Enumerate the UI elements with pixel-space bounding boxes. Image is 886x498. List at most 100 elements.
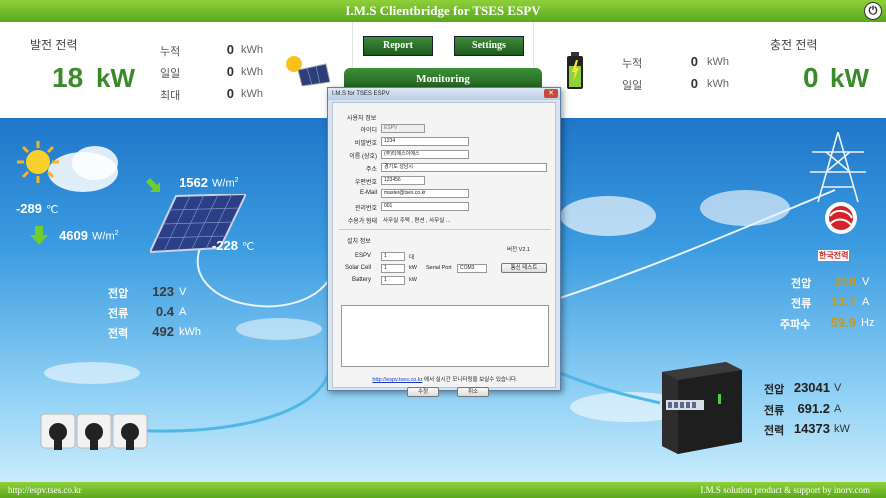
consumer-type-options[interactable]: 사무실 주택 , 편션 , 사무실 ...	[383, 216, 450, 224]
consumer-type-label: 수용가 형태	[347, 219, 377, 225]
solar-current: 0.4	[155, 304, 174, 319]
serial-port-select[interactable]: COM3	[457, 264, 487, 273]
name-field[interactable]: (주)티에스이에스	[381, 150, 469, 159]
battery-capacity-unit: kW	[409, 277, 417, 283]
power-outlet-icon	[40, 413, 148, 450]
air-temperature: -289	[15, 201, 42, 216]
field-label: 비밀번호	[354, 141, 377, 147]
password-field[interactable]: 1234	[381, 137, 469, 146]
solar-power-unit: kWh	[179, 326, 201, 338]
footer-bar: http://espv.tses.co.kr I.M.S solution pr…	[0, 482, 886, 498]
generation-value: 18	[52, 62, 84, 93]
grid-frequency-unit: Hz	[861, 317, 875, 329]
gen-row-label: 일일	[160, 68, 181, 80]
report-button[interactable]: Report	[363, 36, 433, 56]
footer-link[interactable]: http://espv.tses.co.kr	[8, 485, 82, 495]
ess-cabinet-image	[662, 362, 742, 454]
sun-icon	[17, 141, 59, 183]
charge-row-label: 누적	[622, 58, 643, 70]
cancel-button[interactable]: 취소	[457, 387, 489, 397]
dialog-title: I.M.S for TSES ESPV	[328, 88, 560, 100]
ess-current: 691.2	[797, 401, 830, 416]
generation-label: 발전 전력	[30, 38, 78, 52]
solar-voltage: 123	[152, 284, 174, 299]
arrow-down-right-icon	[146, 178, 160, 192]
charge-row-unit: kWh	[707, 56, 729, 68]
charge-label: 충전 전력	[770, 38, 818, 52]
solar-sun-icon	[286, 56, 330, 86]
ess-power-unit: kW	[834, 423, 850, 435]
horizontal-irradiance-unit: W/m2	[92, 230, 119, 243]
power-icon[interactable]: ⏻	[864, 2, 882, 20]
espv-count-unit: 대	[409, 255, 415, 261]
solar-power: 492	[152, 324, 174, 339]
settings-dialog: I.M.S for TSES ESPV ✕ 사용자 정보 아이디 ESPV 비밀…	[327, 87, 561, 397]
gen-row-value: 0	[226, 42, 234, 57]
comm-test-button[interactable]: 통신 테스트	[501, 263, 547, 273]
transmission-tower-image	[810, 132, 866, 234]
grid-frequency-label: 주파수	[780, 319, 811, 331]
grid-frequency: 59.9	[830, 315, 856, 330]
ess-voltage: 23041	[793, 380, 830, 395]
grid-voltage-unit: V	[862, 276, 870, 288]
solar-capacity-unit: kW	[409, 265, 417, 271]
address-field[interactable]: 경기도 성남시	[381, 163, 547, 172]
grid-current-label: 전류	[791, 298, 812, 310]
field-label: 아이디	[360, 128, 377, 134]
gen-row-label: 누적	[160, 46, 181, 58]
ess-voltage-unit: V	[834, 382, 842, 394]
solar-capacity-stepper[interactable]: 1	[381, 264, 405, 273]
charge-row-value: 0	[690, 54, 698, 69]
solar-power-label: 전력	[108, 328, 129, 340]
solar-voltage-unit: V	[179, 286, 187, 298]
espv-count-label: ESPV	[354, 253, 371, 259]
close-icon[interactable]: ✕	[544, 89, 558, 98]
kepco-logo-label: 한국전력	[818, 250, 850, 261]
gen-row-unit: kWh	[241, 66, 263, 78]
app-title: I.M.S Clientbridge for TSES ESPV	[345, 3, 541, 18]
field-label: 우편번호	[354, 180, 377, 186]
gen-row-unit: kWh	[241, 44, 263, 56]
user-id-field[interactable]: ESPV	[381, 124, 425, 133]
charge-row-label: 일일	[622, 80, 643, 92]
save-button[interactable]: 수정	[407, 387, 439, 397]
field-label: 관리번호	[354, 206, 377, 212]
solar-voltage-label: 전압	[108, 288, 129, 300]
battery-capacity-stepper[interactable]: 1	[381, 276, 405, 285]
module-temperature: -228	[211, 238, 238, 253]
management-number-field[interactable]: 001	[381, 202, 469, 211]
espv-count-stepper[interactable]: 1	[381, 252, 405, 261]
grid-current: 13.7	[830, 294, 856, 309]
tilt-irradiance-unit: W/m2	[212, 177, 239, 190]
charge-unit: kW	[830, 63, 869, 93]
serial-port-label: Serial Port	[426, 265, 452, 271]
generation-unit: kW	[96, 63, 135, 93]
ess-power-label: 전력	[764, 425, 785, 437]
install-info-section: 설치 정보	[347, 239, 371, 245]
monitoring-link-text: http://espv.tses.co.kr 에서 실시간 모니터링을 보실수 …	[333, 375, 557, 383]
field-label: E-Mail	[359, 190, 377, 196]
monitoring-link[interactable]: http://espv.tses.co.kr	[372, 377, 422, 383]
version-label: 버전 V2.1	[507, 247, 530, 253]
charge-row-value: 0	[690, 76, 698, 91]
dialog-body: 사용자 정보 아이디 ESPV 비밀번호 1234 이름 (상호) (주)티에스…	[332, 102, 557, 397]
grid-voltage-label: 전압	[791, 278, 812, 290]
user-info-section: 사용자 정보	[347, 116, 377, 122]
module-temperature-unit: ℃	[242, 241, 255, 253]
email-field[interactable]: master@tses.co.kr	[381, 189, 469, 198]
solar-current-unit: A	[179, 306, 187, 318]
log-textarea[interactable]	[341, 305, 549, 367]
solar-current-label: 전류	[108, 308, 129, 320]
field-label: 이름 (상호)	[349, 154, 377, 160]
charge-value: 0	[803, 62, 819, 93]
battery-capacity-label: Battery	[351, 277, 371, 283]
charge-row-unit: kWh	[707, 78, 729, 90]
battery-icon	[567, 52, 583, 89]
postal-code-field[interactable]: 123456	[381, 176, 425, 185]
tilt-irradiance: 1562	[179, 175, 208, 190]
gen-row-unit: kWh	[241, 88, 263, 100]
settings-button[interactable]: Settings	[454, 36, 524, 56]
footer-credit: I.M.S solution product & support by inor…	[700, 485, 870, 495]
grid-voltage: 218	[834, 274, 856, 289]
ess-power: 14373	[793, 421, 830, 436]
